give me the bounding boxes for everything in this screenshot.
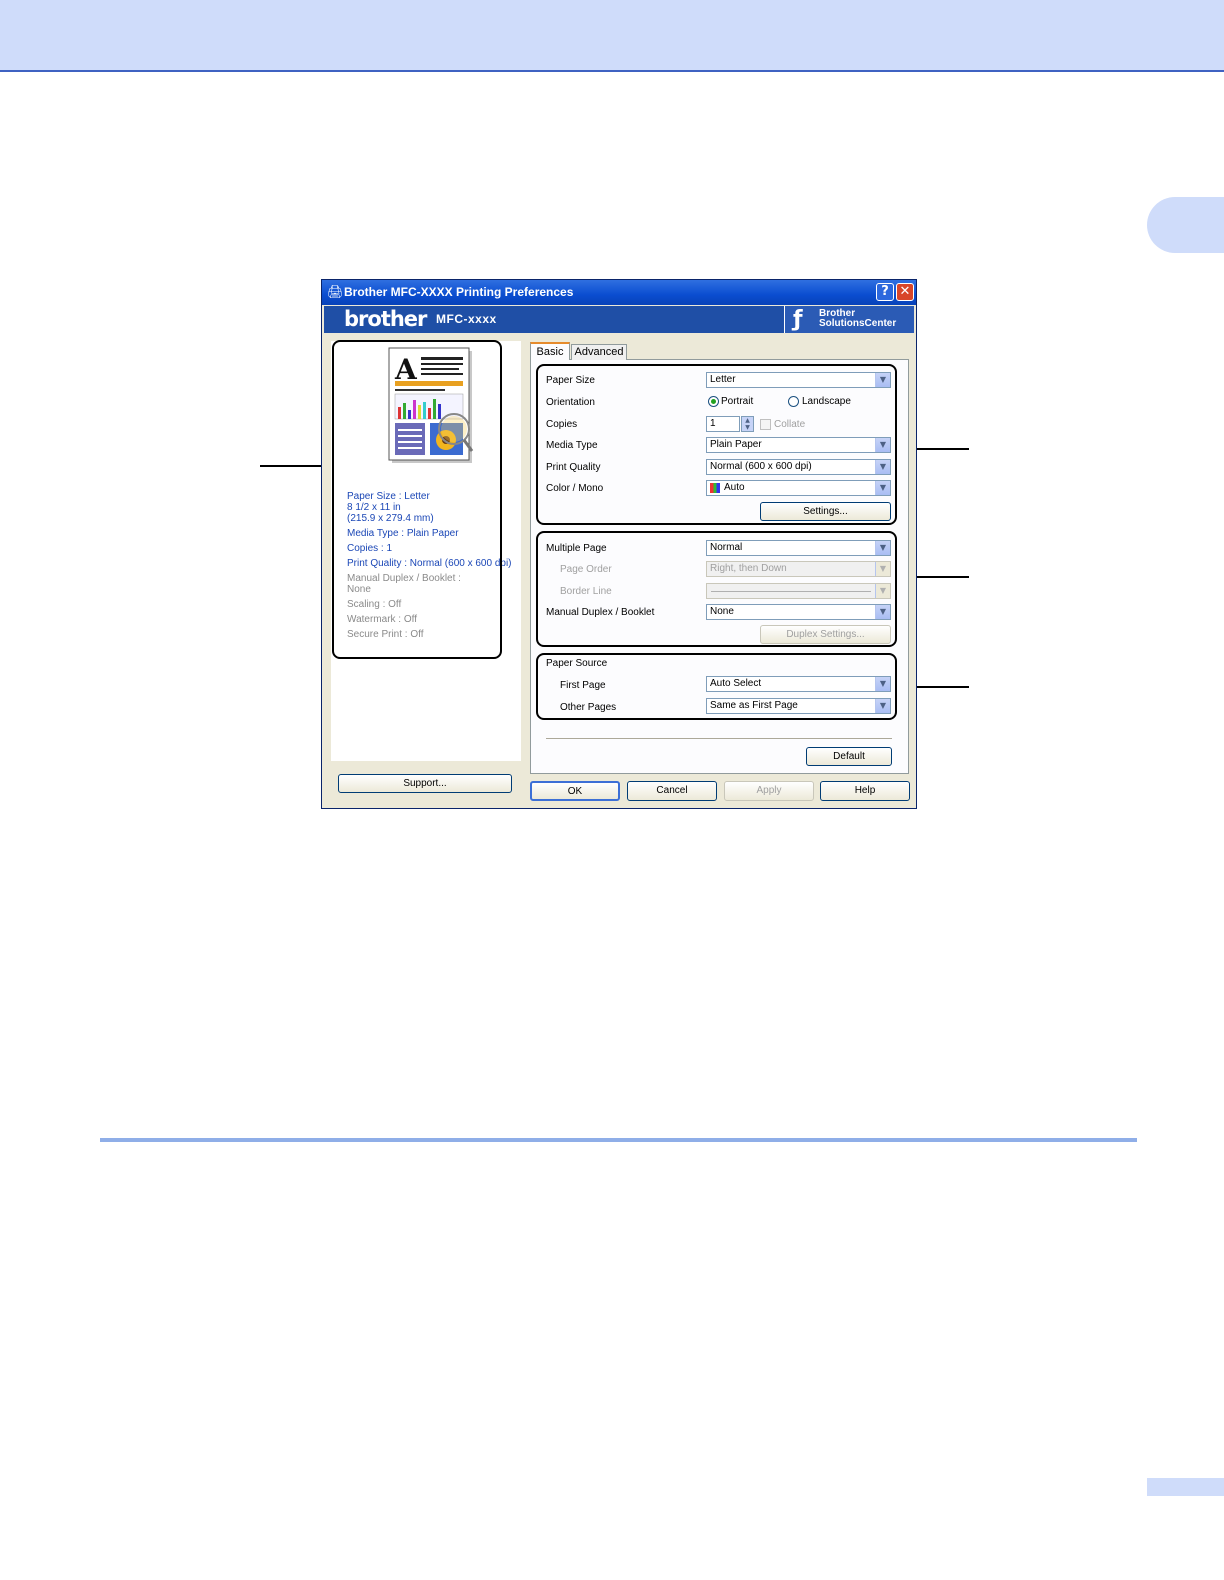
solutions-center-icon: ƒ bbox=[793, 307, 803, 332]
model-name: MFC-xxxx bbox=[436, 312, 497, 326]
page-number-tab bbox=[1147, 1478, 1224, 1496]
section-divider bbox=[100, 1138, 1137, 1142]
default-button-label: Default bbox=[833, 751, 865, 762]
chapter-tab bbox=[1147, 197, 1224, 253]
default-button[interactable]: Default bbox=[806, 747, 892, 766]
callout-frame-summary bbox=[332, 340, 502, 659]
apply-button-label: Apply bbox=[756, 785, 782, 796]
callout-frame-multipage bbox=[536, 531, 897, 647]
close-button[interactable]: ✕ bbox=[896, 283, 914, 301]
cancel-button[interactable]: Cancel bbox=[627, 781, 717, 801]
printing-preferences-window: 🖨 Brother MFC-XXXX Printing Preferences … bbox=[321, 279, 917, 809]
window-title: Brother MFC-XXXX Printing Preferences bbox=[344, 285, 574, 299]
brother-logo: brother bbox=[344, 307, 427, 331]
printer-icon: 🖨 bbox=[327, 284, 344, 299]
tab-basic[interactable]: Basic bbox=[530, 342, 570, 360]
solutions-center-link[interactable]: ƒ Brother SolutionsCenter bbox=[784, 306, 914, 333]
title-bar[interactable]: 🖨 Brother MFC-XXXX Printing Preferences … bbox=[322, 280, 916, 305]
apply-button[interactable]: Apply bbox=[724, 781, 814, 801]
ok-button[interactable]: OK bbox=[530, 781, 620, 801]
support-button[interactable]: Support... bbox=[338, 774, 512, 793]
solutions-center-label: Brother SolutionsCenter bbox=[819, 308, 897, 329]
ok-button-label: OK bbox=[567, 786, 583, 797]
help-title-button[interactable]: ? bbox=[876, 283, 894, 301]
tab-advanced[interactable]: Advanced bbox=[571, 344, 627, 360]
callout-frame-papersource bbox=[536, 653, 897, 720]
help-button-label: Help bbox=[854, 785, 876, 796]
page-header-band bbox=[0, 0, 1224, 72]
cancel-button-label: Cancel bbox=[656, 785, 688, 796]
panel-separator bbox=[546, 738, 892, 739]
brand-banner: brother MFC-xxxx ƒ Brother SolutionsCent… bbox=[324, 306, 914, 333]
support-button-label: Support... bbox=[403, 778, 447, 789]
help-button[interactable]: Help bbox=[820, 781, 910, 801]
callout-frame-basic bbox=[536, 364, 897, 525]
